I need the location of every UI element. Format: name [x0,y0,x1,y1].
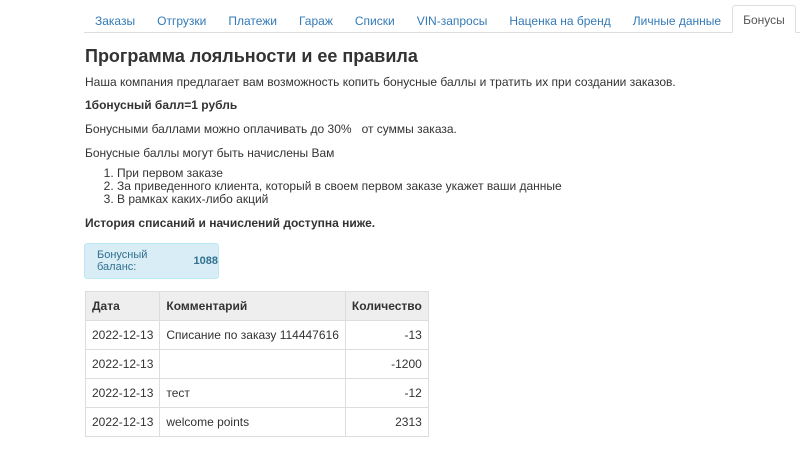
table-row: 2022-12-13 welcome points 2313 [84,407,429,437]
cell-comment: welcome points [159,407,346,437]
page-title: Программа лояльности и ее правила [85,46,418,66]
cell-amount: 2313 [344,407,429,437]
tab-lists[interactable]: Списки [344,7,406,33]
bonus-history-table: Дата Комментарий Количество 2022-12-13 С… [84,291,429,437]
tab-bonuses[interactable]: Бонусы [732,5,796,33]
tab-shipments[interactable]: Отгрузки [146,7,217,33]
accrual-list: При первом заказе За приведенного клиент… [85,167,562,206]
cell-comment: Списание по заказу 114447616 [159,320,346,350]
cell-date: 2022-12-13 [84,349,161,379]
tab-vin-requests[interactable]: VIN-запросы [406,7,499,33]
table-row: 2022-12-13 тест -12 [84,378,429,408]
table-row: 2022-12-13 Списание по заказу 114447616 … [84,320,429,350]
cell-date: 2022-12-13 [84,320,161,350]
list-item: В рамках каких-либо акций [117,193,562,206]
tab-bar: Заказы Отгрузки Платежи Гараж Списки VIN… [84,5,796,33]
balance-value: 1088 [193,255,218,267]
column-header-date: Дата [84,291,161,321]
cell-date: 2022-12-13 [84,407,161,437]
tab-garage[interactable]: Гараж [288,7,344,33]
tab-brand-markup[interactable]: Наценка на бренд [498,7,621,33]
cell-comment: тест [159,378,346,408]
history-note: История списаний и начислений доступна н… [85,216,376,230]
column-header-amount: Количество [344,291,429,321]
tab-orders[interactable]: Заказы [84,7,146,33]
payment-limit-text: Бонусными баллами можно оплачивать до 30… [85,122,457,136]
accrual-intro-text: Бонусные баллы могут быть начислены Вам [85,146,335,160]
balance-label: Бонусный баланс: [97,249,148,273]
cell-amount: -13 [344,320,429,350]
tab-personal-data[interactable]: Личные данные [622,7,732,33]
table-row: 2022-12-13 -1200 [84,349,429,379]
bonus-balance-alert: Бонусный баланс: 1088 [84,243,219,279]
cell-amount: -1200 [344,349,429,379]
tab-payments[interactable]: Платежи [217,7,288,33]
table-header-row: Дата Комментарий Количество [84,291,429,321]
intro-text: Наша компания предлагает вам возможность… [85,75,676,89]
bonus-rate-text: 1бонусный балл=1 рубль [85,98,238,112]
cell-comment [159,349,346,379]
cell-date: 2022-12-13 [84,378,161,408]
column-header-comment: Комментарий [159,291,346,321]
cell-amount: -12 [344,378,429,408]
